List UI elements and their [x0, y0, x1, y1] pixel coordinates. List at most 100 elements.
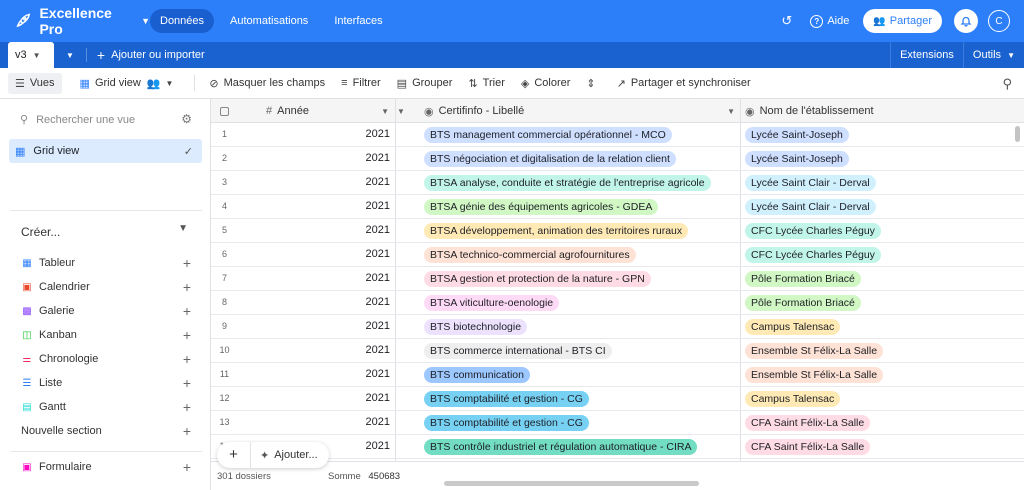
cell-year[interactable]: 2021 — [261, 272, 390, 284]
views-toggle-button[interactable]: ☰ Vues — [8, 72, 62, 94]
column-header-etablissement[interactable]: ◉ Nom de l'établissement — [745, 99, 1015, 123]
create-item-gantt[interactable]: ▤ Gantt + — [21, 399, 191, 415]
add-record-button[interactable]: + — [217, 442, 251, 468]
cell-year[interactable]: 2021 — [261, 368, 390, 380]
avatar[interactable]: C — [988, 10, 1010, 32]
view-search-input[interactable]: Rechercher une vue — [36, 114, 135, 126]
table-row[interactable]: 6 2021 BTSA technico-commercial agrofourni… — [211, 243, 1024, 267]
cell-etablissement-pill[interactable]: CFC Lycée Charles Péguy — [745, 223, 881, 239]
table-row[interactable]: 12 2021 BTS comptabilité et gestion - CG Ca… — [211, 387, 1024, 411]
create-section-title[interactable]: Créer... — [21, 225, 60, 239]
tab-v3[interactable]: v3 ▼ — [8, 42, 54, 68]
cell-etablissement-pill[interactable]: CFC Lycée Charles Péguy — [745, 247, 881, 263]
cell-year[interactable]: 2021 — [261, 152, 390, 164]
table-row[interactable]: 7 2021 BTSA gestion et protection de la na… — [211, 267, 1024, 291]
cell-year[interactable]: 2021 — [261, 176, 390, 188]
cell-year[interactable]: 2021 — [261, 296, 390, 308]
cell-certifinfo-pill[interactable]: BTS négociation et digitalisation de la … — [424, 151, 676, 167]
sidebar-view-grid[interactable]: ▦ Grid view ✓ — [9, 139, 202, 163]
cell-year[interactable]: 2021 — [261, 128, 390, 140]
expand-icon[interactable]: ▼ — [397, 99, 407, 123]
search-icon[interactable]: ⚲ — [1002, 76, 1012, 92]
notifications-button[interactable] — [954, 9, 978, 33]
cell-etablissement-pill[interactable]: Campus Talensac — [745, 391, 841, 407]
table-row[interactable]: 10 2021 BTS commerce international - BTS C… — [211, 339, 1024, 363]
share-button[interactable]: 👥 Partager — [863, 9, 942, 33]
gear-icon[interactable]: ⚙ — [181, 112, 192, 126]
cell-etablissement-pill[interactable]: Pôle Formation Briacé — [745, 271, 861, 287]
vertical-scrollbar[interactable] — [1015, 126, 1020, 142]
create-item-galerie[interactable]: ▩ Galerie + — [21, 303, 191, 319]
sort-button[interactable]: ⇅ Trier — [468, 77, 504, 90]
extensions-button[interactable]: Extensions — [891, 49, 963, 61]
cell-etablissement-pill[interactable]: Lycée Saint-Joseph — [745, 127, 849, 143]
chevron-down-icon[interactable]: ▼ — [178, 223, 188, 234]
column-header-certifinfo[interactable]: ◉ Certifinfo - Libellé ▼ — [424, 99, 741, 123]
create-item-kanban[interactable]: ◫ Kanban + — [21, 327, 191, 343]
cell-certifinfo-pill[interactable]: BTSA viticulture-oenologie — [424, 295, 560, 311]
cell-year[interactable]: 2021 — [261, 224, 390, 236]
filter-button[interactable]: ≡ Filtrer — [341, 77, 381, 89]
nav-interfaces[interactable]: Interfaces — [324, 9, 392, 33]
row-height-button[interactable]: ⇕ — [586, 77, 600, 90]
nav-data[interactable]: Données — [150, 9, 215, 33]
tools-button[interactable]: Outils ▼ — [964, 49, 1024, 61]
nav-automations[interactable]: Automatisations — [220, 9, 318, 33]
table-row[interactable]: 13 2021 BTS comptabilité et gestion - CG CF… — [211, 411, 1024, 435]
hide-fields-button[interactable]: ⊘ Masquer les champs — [209, 77, 325, 90]
cell-etablissement-pill[interactable]: Ensemble St Félix-La Salle — [745, 343, 884, 359]
cell-etablissement-pill[interactable]: Lycée Saint Clair - Derval — [745, 199, 876, 215]
group-button[interactable]: ▤ Grouper — [397, 77, 453, 90]
history-icon[interactable]: ↺ — [781, 13, 792, 29]
table-row[interactable]: 4 2021 BTSA génie des équipements agricole… — [211, 195, 1024, 219]
share-sync-button[interactable]: ↗ Partager et synchroniser — [617, 77, 751, 90]
column-header-year[interactable]: # Année ▼ — [266, 99, 395, 123]
cell-certifinfo-pill[interactable]: BTS contrôle industriel et régulation au… — [424, 439, 698, 455]
table-row[interactable]: 2 2021 BTS négociation et digitalisation d… — [211, 147, 1024, 171]
cell-etablissement-pill[interactable]: CFA Saint Félix-La Salle — [745, 439, 871, 455]
cell-year[interactable]: 2021 — [261, 392, 390, 404]
cell-etablissement-pill[interactable]: CFA Saint Félix-La Salle — [745, 415, 871, 431]
all-tables-chevron-icon[interactable]: ▼ — [66, 51, 74, 60]
add-or-import-button[interactable]: + Ajouter ou importer — [97, 47, 205, 63]
cell-year[interactable]: 2021 — [261, 416, 390, 428]
cell-certifinfo-pill[interactable]: BTSA gestion et protection de la nature … — [424, 271, 651, 287]
cell-certifinfo-pill[interactable]: BTSA technico-commercial agrofournitures — [424, 247, 636, 263]
table-row[interactable]: 9 2021 BTS biotechnologie Campus Talensac — [211, 315, 1024, 339]
cell-certifinfo-pill[interactable]: BTSA analyse, conduite et stratégie de l… — [424, 175, 711, 191]
view-search[interactable]: ⚲ Rechercher une vue ⚙ — [20, 112, 192, 126]
help-button[interactable]: ? Aide — [810, 14, 849, 28]
cell-certifinfo-pill[interactable]: BTS management commercial opérationnel -… — [424, 127, 672, 143]
cell-certifinfo-pill[interactable]: BTS commerce international - BTS CI — [424, 343, 612, 359]
create-item-chronologie[interactable]: ⚌ Chronologie + — [21, 351, 191, 367]
horizontal-scrollbar[interactable] — [444, 481, 699, 486]
summary-sum[interactable]: Somme 450683 — [328, 471, 400, 482]
cell-certifinfo-pill[interactable]: BTS communication — [424, 367, 530, 383]
cell-year[interactable]: 2021 — [261, 320, 390, 332]
cell-year[interactable]: 2021 — [261, 248, 390, 260]
create-item-liste[interactable]: ☰ Liste + — [21, 375, 191, 391]
select-all-checkbox[interactable] — [220, 99, 229, 123]
cell-certifinfo-pill[interactable]: BTS comptabilité et gestion - CG — [424, 415, 589, 431]
cell-certifinfo-pill[interactable]: BTS comptabilité et gestion - CG — [424, 391, 589, 407]
create-item-new-section[interactable]: Nouvelle section + — [21, 423, 191, 439]
table-row[interactable]: 142021BTS contrôle industriel et régulat… — [211, 435, 1024, 459]
table-row[interactable]: 1 2021 BTS management commercial opération… — [211, 123, 1024, 147]
cell-etablissement-pill[interactable]: Lycée Saint-Joseph — [745, 151, 849, 167]
table-row[interactable]: 3 2021 BTSA analyse, conduite et stratégie… — [211, 171, 1024, 195]
cell-year[interactable]: 2021 — [261, 344, 390, 356]
table-row[interactable]: 8 2021 BTSA viticulture-oenologie Pôle Form… — [211, 291, 1024, 315]
cell-year[interactable]: 2021 — [261, 200, 390, 212]
cell-etablissement-pill[interactable]: Lycée Saint Clair - Derval — [745, 175, 876, 191]
cell-etablissement-pill[interactable]: Pôle Formation Briacé — [745, 295, 861, 311]
cell-certifinfo-pill[interactable]: BTSA génie des équipements agricoles - G… — [424, 199, 659, 215]
create-item-tableur[interactable]: ▦ Tableur + — [21, 255, 191, 271]
create-item-calendrier[interactable]: ▣ Calendrier + — [21, 279, 191, 295]
create-item-formulaire[interactable]: ▣ Formulaire + — [21, 459, 191, 475]
cell-etablissement-pill[interactable]: Campus Talensac — [745, 319, 841, 335]
table-row[interactable]: 5 2021 BTSA développement, animation des t… — [211, 219, 1024, 243]
add-more-button[interactable]: ✦ Ajouter... — [260, 449, 318, 462]
cell-certifinfo-pill[interactable]: BTSA développement, animation des territ… — [424, 223, 689, 239]
color-button[interactable]: ◈ Colorer — [521, 77, 571, 90]
cell-etablissement-pill[interactable]: Ensemble St Félix-La Salle — [745, 367, 884, 383]
